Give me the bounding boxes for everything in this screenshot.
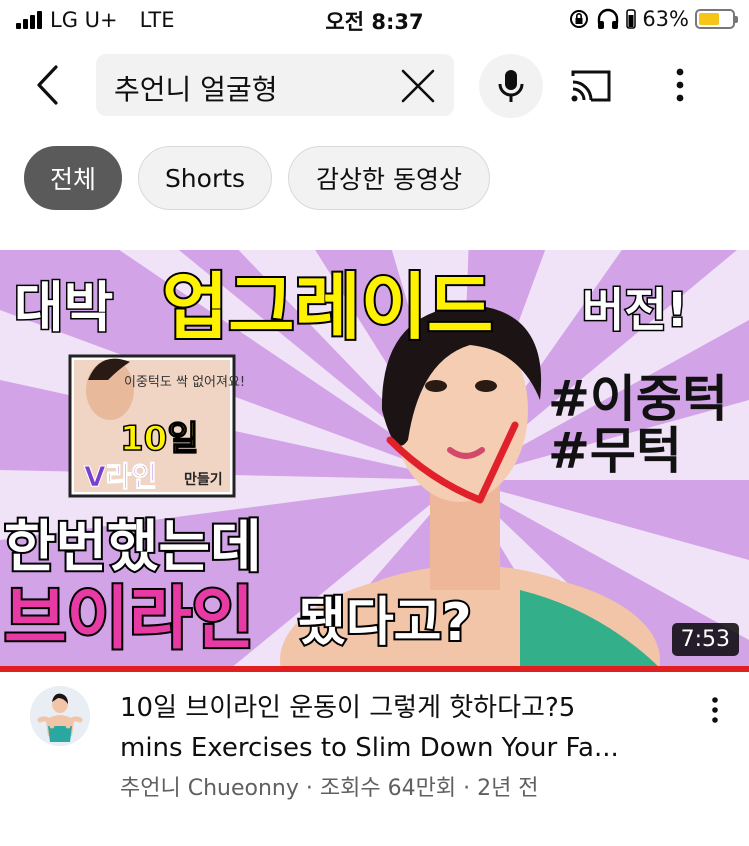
headphones-icon bbox=[598, 8, 619, 29]
inset-photo: 이중턱도 싹 없어져요! 10일 V라인 만들기 bbox=[68, 354, 245, 498]
battery-percent: 63% bbox=[642, 7, 689, 31]
watch-progress-bar bbox=[0, 666, 749, 672]
clear-search-button[interactable] bbox=[396, 64, 440, 108]
cast-icon bbox=[571, 70, 611, 102]
video-meta[interactable]: 10일 브이라인 운동이 그렇게 핫하다고?5 mins Exercises t… bbox=[0, 680, 749, 820]
channel-avatar[interactable] bbox=[30, 686, 90, 746]
status-right: 63% bbox=[568, 7, 738, 31]
headphone-battery-icon bbox=[626, 9, 637, 29]
battery-fill bbox=[699, 13, 720, 25]
thumb-text-top-right: 버전! bbox=[582, 283, 688, 337]
thumb-text-bottom-line1: 한번했는데 bbox=[4, 515, 262, 580]
search-header: 추언니 얼굴형 bbox=[0, 50, 749, 120]
microphone-icon bbox=[498, 70, 524, 102]
more-vertical-icon bbox=[676, 68, 684, 102]
more-vertical-icon bbox=[712, 697, 718, 723]
status-bar: LG U+ LTE 오전 8:37 63% bbox=[0, 0, 749, 40]
chevron-left-icon bbox=[37, 65, 58, 105]
separator-dot: · bbox=[305, 776, 313, 801]
thumb-text-bottom-rest: 됐다고? bbox=[298, 593, 472, 653]
video-subline: 추언니 Chueonny · 조회수 64만회 · 2년 전 bbox=[120, 770, 539, 802]
battery-icon bbox=[695, 9, 738, 29]
inset-vline: V라인 bbox=[84, 460, 157, 493]
avatar-image bbox=[30, 686, 90, 746]
thumb-text-bottom-pink: 브이라인 bbox=[4, 580, 254, 659]
video-duration-badge: 7:53 bbox=[671, 623, 739, 656]
thumb-hashtag-1: #이중턱 bbox=[548, 370, 728, 428]
video-thumbnail[interactable]: 이중턱도 싹 없어져요! 10일 V라인 만들기 대박 업그레이드 버전! #이… bbox=[0, 250, 749, 668]
back-button[interactable] bbox=[22, 62, 72, 108]
upload-age: 2년 전 bbox=[477, 776, 539, 801]
inset-days: 10일 bbox=[120, 419, 199, 459]
chip-watched[interactable]: 감상한 동영상 bbox=[288, 146, 490, 210]
video-title-line-2[interactable]: mins Exercises to Slim Down Your Fa... bbox=[120, 728, 680, 768]
channel-name[interactable]: 추언니 Chueonny bbox=[120, 776, 299, 801]
chip-all[interactable]: 전체 bbox=[24, 146, 122, 210]
thumbnail-artwork: 이중턱도 싹 없어져요! 10일 V라인 만들기 대박 업그레이드 버전! #이… bbox=[0, 250, 749, 668]
voice-search-button[interactable] bbox=[479, 54, 543, 118]
search-query-text[interactable]: 추언니 얼굴형 bbox=[114, 68, 277, 108]
filter-chips: 전체 Shorts 감상한 동영상 bbox=[0, 146, 749, 210]
inset-make: 만들기 bbox=[184, 472, 223, 488]
cast-button[interactable] bbox=[566, 66, 616, 106]
more-options-button[interactable] bbox=[660, 62, 700, 108]
thumb-text-top-highlight: 업그레이드 bbox=[162, 265, 493, 349]
video-title-line-1[interactable]: 10일 브이라인 운동이 그렇게 핫하다고?5 bbox=[120, 688, 680, 728]
view-count: 조회수 64만회 bbox=[319, 776, 457, 801]
inset-caption: 이중턱도 싹 없어져요! bbox=[124, 375, 245, 390]
thumb-hashtag-2: #무턱 bbox=[548, 422, 682, 480]
chip-shorts[interactable]: Shorts bbox=[138, 146, 272, 210]
video-action-menu-button[interactable] bbox=[700, 690, 730, 730]
thumb-text-top-left: 대박 bbox=[14, 276, 113, 339]
separator-dot: · bbox=[463, 776, 471, 801]
video-title[interactable]: 10일 브이라인 운동이 그렇게 핫하다고?5 mins Exercises t… bbox=[120, 688, 680, 768]
orientation-lock-icon bbox=[570, 10, 589, 28]
search-input[interactable]: 추언니 얼굴형 bbox=[96, 54, 454, 116]
close-icon bbox=[401, 69, 435, 103]
